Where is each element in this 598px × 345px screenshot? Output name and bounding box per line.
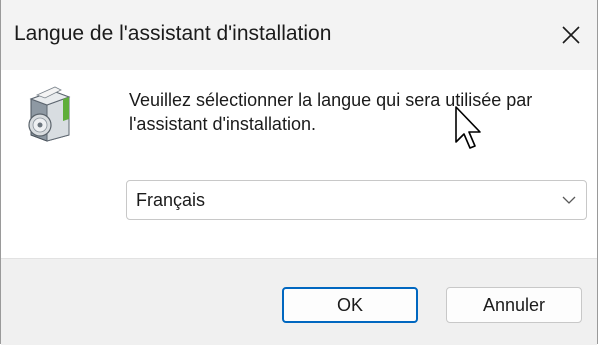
instruction-text: Veuillez sélectionner la langue qui sera…: [129, 90, 533, 134]
close-icon: [562, 26, 580, 44]
dialog-footer: OK Annuler: [1, 258, 597, 345]
ok-button[interactable]: OK: [282, 287, 418, 323]
dialog-window: Langue de l'assistant d'installation Veu…: [0, 0, 598, 345]
title-bar: Langue de l'assistant d'installation: [1, 0, 597, 70]
close-button[interactable]: [539, 0, 597, 70]
chevron-down-icon: [562, 196, 576, 204]
window-title: Langue de l'assistant d'installation: [14, 22, 332, 45]
language-select-value: Français: [136, 190, 206, 210]
setup-icon: [28, 86, 71, 142]
cancel-button[interactable]: Annuler: [446, 287, 582, 323]
language-select[interactable]: Français: [126, 180, 587, 220]
dialog-content: Veuillez sélectionner la langue qui sera…: [1, 70, 597, 258]
